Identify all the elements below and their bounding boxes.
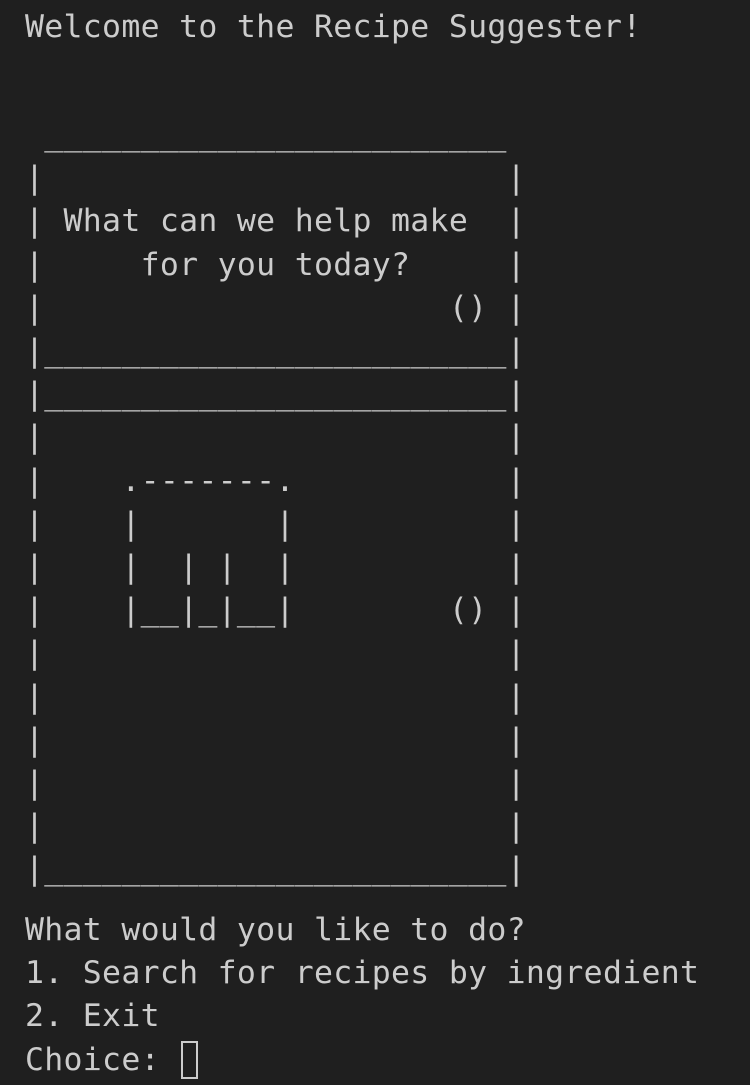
terminal-window: Welcome to the Recipe Suggester! _______… [0,0,750,1085]
menu-prompt: What would you like to do? [25,912,526,948]
menu-option-search: 1. Search for recipes by ingredient [25,955,700,991]
fridge-ascii-art: ________________________ | | | What can … [25,117,526,888]
text-cursor[interactable] [181,1041,199,1079]
choice-prompt[interactable]: Choice: [25,1040,199,1080]
choice-label: Choice: [25,1042,180,1078]
welcome-message: Welcome to the Recipe Suggester! [25,9,642,45]
menu-option-exit: 2. Exit [25,998,160,1034]
